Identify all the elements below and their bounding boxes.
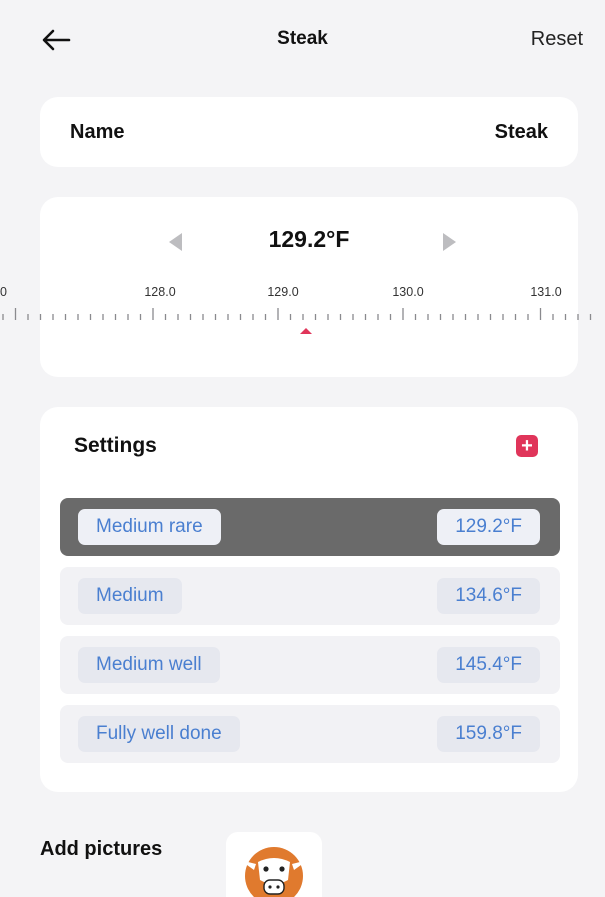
plus-icon: + <box>521 435 533 457</box>
add-pictures-label: Add pictures <box>40 838 163 860</box>
setting-temp: 145.4°F <box>437 647 540 683</box>
temperature-ruler[interactable]: 0 128.0 129.0 130.0 131.0 <box>0 277 605 357</box>
setting-row-fully-well-done[interactable]: Fully well done 159.8°F <box>60 705 560 763</box>
setting-temp: 159.8°F <box>437 716 540 752</box>
increase-temp-button[interactable] <box>435 227 465 257</box>
settings-card: Settings + Medium rare 129.2°F Medium 13… <box>40 407 578 792</box>
triangle-right-icon <box>443 233 456 251</box>
page-title: Steak <box>277 28 328 49</box>
name-card: Name Steak <box>40 97 578 167</box>
settings-list: Medium rare 129.2°F Medium 134.6°F Mediu… <box>60 498 560 774</box>
temperature-value: 129.2°F <box>268 226 350 252</box>
setting-name: Medium <box>78 578 182 614</box>
ruler-tick-label: 130.0 <box>392 285 423 299</box>
reset-button[interactable]: Reset <box>531 28 583 51</box>
cow-icon <box>240 847 308 897</box>
setting-row-medium-rare[interactable]: Medium rare 129.2°F <box>60 498 560 556</box>
ruler-tick-label: 128.0 <box>144 285 175 299</box>
current-temp-indicator <box>300 328 312 334</box>
ruler-tick-label: 129.0 <box>267 285 298 299</box>
temperature-card: 129.2°F 0 128.0 129.0 130.0 131.0 <box>0 197 592 377</box>
settings-title: Settings <box>74 434 157 457</box>
setting-temp: 134.6°F <box>437 578 540 614</box>
top-bar: Steak Reset <box>0 0 605 80</box>
add-setting-button[interactable]: + <box>516 435 538 457</box>
setting-name: Medium rare <box>78 509 221 545</box>
setting-row-medium[interactable]: Medium 134.6°F <box>60 567 560 625</box>
name-label: Name <box>70 121 125 143</box>
ruler-tick-label: 131.0 <box>530 285 561 299</box>
ruler-tick-label: 0 <box>0 285 7 299</box>
setting-temp: 129.2°F <box>437 509 540 545</box>
setting-row-medium-well[interactable]: Medium well 145.4°F <box>60 636 560 694</box>
setting-name: Fully well done <box>78 716 240 752</box>
add-picture-button[interactable] <box>226 832 322 897</box>
setting-name: Medium well <box>78 647 220 683</box>
name-value[interactable]: Steak <box>495 121 548 144</box>
